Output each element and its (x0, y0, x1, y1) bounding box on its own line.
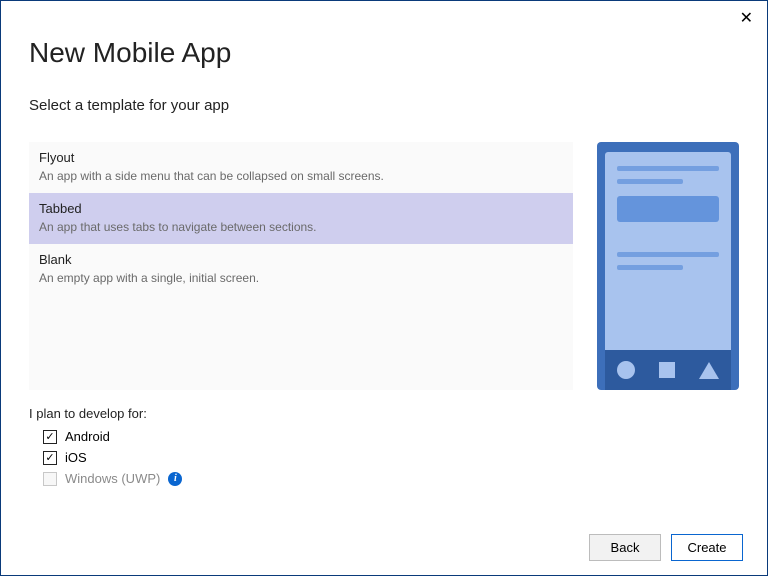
info-icon[interactable]: i (168, 472, 182, 486)
platform-row-windows-uwp: Windows (UWP) i (43, 471, 739, 486)
template-name: Tabbed (39, 201, 563, 216)
platform-label: Windows (UWP) (65, 471, 160, 486)
template-desc: An empty app with a single, initial scre… (39, 271, 563, 285)
nav-circle-icon (617, 361, 635, 379)
nav-triangle-icon (699, 362, 719, 379)
preview-line (617, 166, 719, 171)
template-desc: An app with a side menu that can be coll… (39, 169, 563, 183)
preview-line (617, 265, 683, 270)
platform-row-android: ✓ Android (43, 429, 739, 444)
checkbox-ios[interactable]: ✓ (43, 451, 57, 465)
preview-tabbar (605, 350, 731, 390)
preview-block (617, 196, 719, 222)
template-item-flyout[interactable]: Flyout An app with a side menu that can … (29, 142, 573, 193)
preview-line (617, 252, 719, 257)
template-desc: An app that uses tabs to navigate betwee… (39, 220, 563, 234)
template-item-tabbed[interactable]: Tabbed An app that uses tabs to navigate… (29, 193, 573, 244)
create-button[interactable]: Create (671, 534, 743, 561)
template-item-blank[interactable]: Blank An empty app with a single, initia… (29, 244, 573, 295)
back-button[interactable]: Back (589, 534, 661, 561)
template-preview (597, 142, 739, 390)
new-mobile-app-dialog: ✕ New Mobile App Select a template for y… (0, 0, 768, 576)
nav-square-icon (659, 362, 675, 378)
platforms-section: I plan to develop for: ✓ Android ✓ iOS W… (29, 406, 739, 486)
close-button[interactable]: ✕ (740, 11, 753, 27)
dialog-subtitle: Select a template for your app (29, 97, 739, 114)
platform-row-ios: ✓ iOS (43, 450, 739, 465)
template-name: Blank (39, 252, 563, 267)
platform-label: Android (65, 429, 110, 444)
checkbox-android[interactable]: ✓ (43, 430, 57, 444)
dialog-title: New Mobile App (29, 37, 739, 69)
template-name: Flyout (39, 150, 563, 165)
dialog-footer: Back Create (589, 534, 743, 561)
platform-label: iOS (65, 450, 87, 465)
preview-line (617, 179, 683, 184)
platforms-label: I plan to develop for: (29, 406, 739, 421)
checkbox-windows-uwp (43, 472, 57, 486)
preview-screen (605, 152, 731, 350)
template-list: Flyout An app with a side menu that can … (29, 142, 573, 390)
